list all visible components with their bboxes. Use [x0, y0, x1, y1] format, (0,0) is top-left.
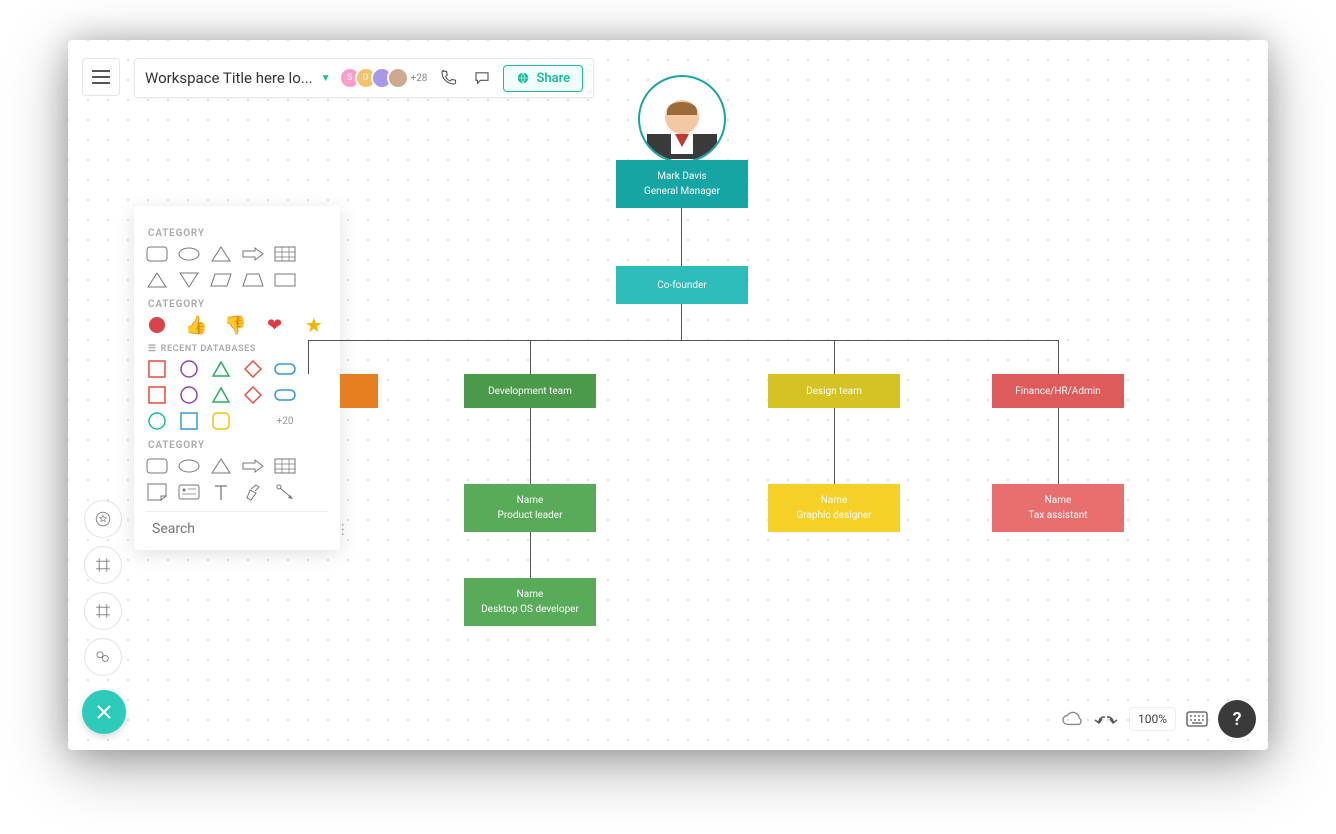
org-chart: Mark Davis General Manager Co-founder De…	[68, 40, 1268, 750]
org-node-person[interactable]: Name Product leader	[464, 484, 596, 532]
org-node-dept[interactable]: Development team	[464, 374, 596, 408]
undo-redo-icon[interactable]	[1093, 712, 1119, 726]
cloud-icon[interactable]	[1061, 710, 1083, 728]
keyboard-icon[interactable]	[1186, 711, 1208, 727]
zoom-level[interactable]: 100%	[1129, 707, 1176, 731]
connector	[834, 408, 835, 484]
org-node-person[interactable]: Name Desktop OS developer	[464, 578, 596, 626]
connector	[530, 532, 531, 578]
help-button[interactable]: ?	[1218, 700, 1256, 738]
connector	[530, 340, 531, 374]
connector	[1058, 340, 1059, 374]
org-node-cofounder[interactable]: Co-founder	[616, 266, 748, 304]
connector	[834, 340, 835, 374]
connector	[681, 304, 682, 340]
connector	[681, 208, 682, 266]
org-node-dept[interactable]	[340, 374, 378, 408]
avatar-head[interactable]	[638, 75, 726, 163]
org-node-person[interactable]: Name Tax assistant	[992, 484, 1124, 532]
connector	[1058, 408, 1059, 484]
connector	[308, 340, 1058, 341]
org-node-dept[interactable]: Finance/HR/Admin	[992, 374, 1124, 408]
bottom-right-controls: 100% ?	[1061, 700, 1256, 738]
connector	[530, 408, 531, 484]
person-avatar-icon	[647, 79, 717, 159]
org-node-dept[interactable]: Design team	[768, 374, 900, 408]
connector	[308, 340, 309, 374]
org-node-root[interactable]: Mark Davis General Manager	[616, 160, 748, 208]
org-node-person[interactable]: Name Graphic designer	[768, 484, 900, 532]
